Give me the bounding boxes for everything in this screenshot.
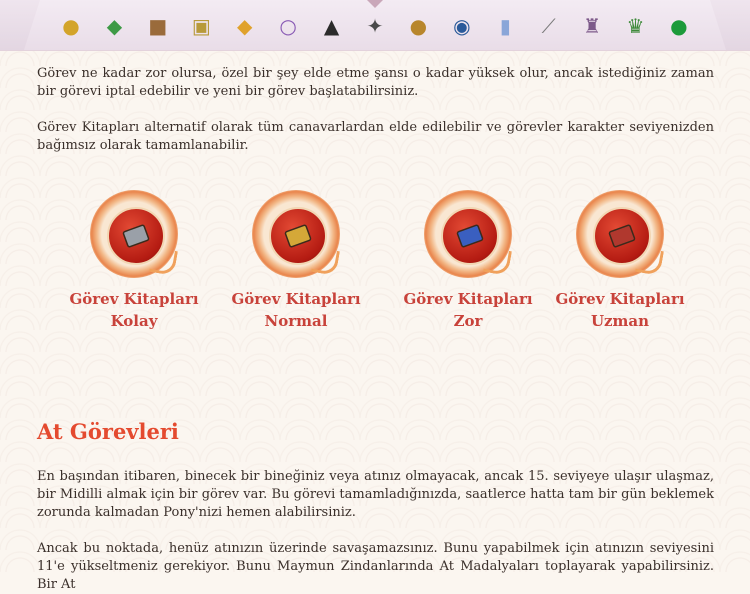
book-icon bbox=[284, 224, 312, 248]
gold-pile-icon[interactable]: ● bbox=[55, 10, 87, 42]
toolbar-center-notch bbox=[367, 0, 383, 8]
intro-paragraph-2: Görev Kitapları alternatif olarak tüm ca… bbox=[37, 120, 714, 153]
quest-books-row: Görev Kitapları Kolay Görev Kitapları No… bbox=[0, 190, 750, 340]
horse-paragraph-1: En başından itibaren, binecek bir bineği… bbox=[37, 469, 714, 520]
green-pearl-icon[interactable]: ● bbox=[663, 10, 695, 42]
book-icon bbox=[608, 224, 636, 248]
quest-book-label: Görev Kitapları bbox=[231, 290, 361, 308]
item-toolbar: ● ◆ ■ ▣ ◆ ○ ▲ ✦ ● ◉ ▮ ⟋ ♜ ♛ ● bbox=[0, 0, 750, 51]
dark-cape-icon[interactable]: ▲ bbox=[316, 10, 348, 42]
green-lamp-icon[interactable]: ♛ bbox=[619, 10, 651, 42]
fishing-rod-icon[interactable]: ⟋ bbox=[533, 10, 565, 42]
blue-orb-icon[interactable]: ◉ bbox=[446, 10, 478, 42]
quest-book-hard[interactable]: Görev Kitapları Zor bbox=[403, 190, 533, 332]
toolbar-left-ornament bbox=[0, 0, 40, 50]
gold-coin-icon[interactable]: ● bbox=[402, 10, 434, 42]
gauntlet-icon[interactable]: ✦ bbox=[359, 10, 391, 42]
quest-book-easy[interactable]: Görev Kitapları Kolay bbox=[69, 190, 199, 332]
green-scroll-icon[interactable]: ◆ bbox=[98, 10, 130, 42]
quest-book-label: Görev Kitapları bbox=[69, 290, 199, 308]
quest-book-emblem bbox=[252, 190, 340, 278]
purple-ring-icon[interactable]: ○ bbox=[272, 10, 304, 42]
quest-book-expert[interactable]: Görev Kitapları Uzman bbox=[555, 190, 685, 332]
crystal-shrine-icon[interactable]: ♜ bbox=[576, 10, 608, 42]
wooden-chest-icon[interactable]: ■ bbox=[142, 10, 174, 42]
quest-book-emblem bbox=[90, 190, 178, 278]
book-icon bbox=[122, 224, 150, 248]
section-heading: At Görevleri bbox=[37, 419, 179, 444]
quest-book-normal[interactable]: Görev Kitapları Normal bbox=[231, 190, 361, 332]
quest-book-difficulty: Normal bbox=[264, 312, 328, 330]
quest-book-emblem bbox=[576, 190, 664, 278]
quest-book-title: Görev Kitapları Normal bbox=[231, 288, 361, 332]
toolbar-icon-row: ● ◆ ■ ▣ ◆ ○ ▲ ✦ ● ◉ ▮ ⟋ ♜ ♛ ● bbox=[55, 9, 695, 43]
quest-book-difficulty: Zor bbox=[453, 312, 483, 330]
book-icon bbox=[456, 224, 484, 248]
potion-vial-icon[interactable]: ▮ bbox=[489, 10, 521, 42]
golden-chest-icon[interactable]: ▣ bbox=[185, 10, 217, 42]
quest-book-label: Görev Kitapları bbox=[403, 290, 533, 308]
quest-book-difficulty: Uzman bbox=[590, 312, 650, 330]
quest-book-difficulty: Kolay bbox=[110, 312, 158, 330]
topaz-gem-icon[interactable]: ◆ bbox=[229, 10, 261, 42]
quest-book-emblem bbox=[424, 190, 512, 278]
horse-paragraph-2: Ancak bu noktada, henüz atınızın üzerind… bbox=[37, 541, 714, 592]
toolbar-right-ornament bbox=[710, 0, 750, 50]
quest-book-title: Görev Kitapları Kolay bbox=[69, 288, 199, 332]
quest-book-label: Görev Kitapları bbox=[555, 290, 685, 308]
intro-paragraph-1: Görev ne kadar zor olursa, özel bir şey … bbox=[37, 66, 714, 99]
quest-book-title: Görev Kitapları Uzman bbox=[555, 288, 685, 332]
quest-book-title: Görev Kitapları Zor bbox=[403, 288, 533, 332]
